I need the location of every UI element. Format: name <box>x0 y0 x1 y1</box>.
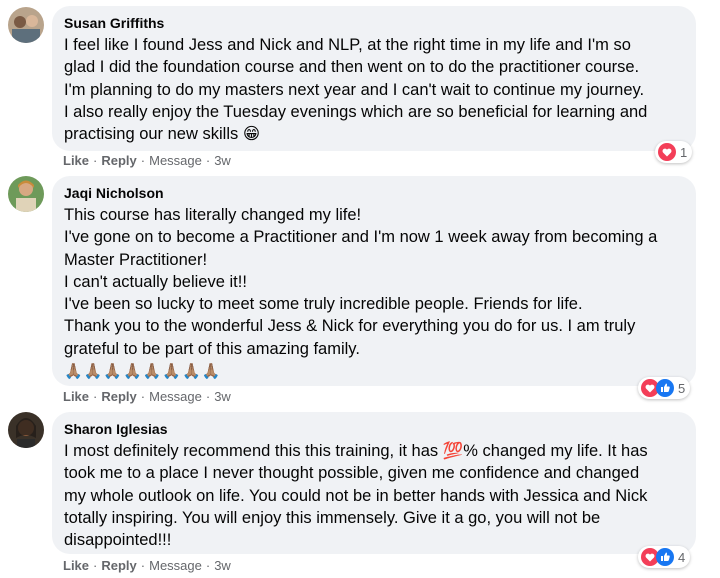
avatar-photo <box>8 412 44 448</box>
message-link[interactable]: Message <box>149 389 202 404</box>
separator: · <box>140 389 146 404</box>
comment-text: I most definitely recommend this this tr… <box>64 440 684 551</box>
separator: · <box>140 153 146 168</box>
like-button[interactable]: Like <box>63 558 89 573</box>
comment-line-first: I most definitely recommend this this tr… <box>64 440 684 462</box>
avatar[interactable] <box>8 412 44 448</box>
like-button[interactable]: Like <box>63 389 89 404</box>
comment-author[interactable]: Jaqi Nicholson <box>64 184 684 202</box>
comment-line: I also really enjoy the Tuesday evenings… <box>64 102 648 121</box>
separator: · <box>205 558 211 573</box>
reaction-summary[interactable]: 4 <box>638 546 691 568</box>
comment-line: took me to a place I never thought possi… <box>64 464 640 483</box>
comment-line-text: practising our new skills <box>64 125 239 144</box>
comment-bubble: Susan Griffiths I feel like I found Jess… <box>52 6 696 151</box>
comment-line: I've been so lucky to meet some truly in… <box>64 295 583 314</box>
separator: · <box>93 558 98 573</box>
comment-line: This course has literally changed my lif… <box>64 206 362 224</box>
reaction-count: 1 <box>680 144 688 160</box>
comment-text: This course has literally changed my lif… <box>64 204 684 382</box>
comment-line: I've gone on to become a Practitioner an… <box>64 228 658 247</box>
timestamp[interactable]: 3w <box>214 153 231 168</box>
comment-line: Thank you to the wonderful Jess & Nick f… <box>64 317 636 336</box>
comment-text: I feel like I found Jess and Nick and NL… <box>64 34 684 145</box>
love-icon <box>658 143 676 161</box>
separator: · <box>205 153 211 168</box>
comment-actions: Like · Reply · Message · 3w <box>63 558 231 574</box>
comment-bubble: Jaqi Nicholson This course has literally… <box>52 176 696 386</box>
reply-button[interactable]: Reply <box>101 153 136 168</box>
separator: · <box>93 389 98 404</box>
like-icon <box>656 379 674 397</box>
comment-line: I can't actually believe it!! <box>64 272 247 291</box>
avatar[interactable] <box>8 176 44 212</box>
comment-line-text: % changed my life. It has <box>463 442 648 460</box>
comment-actions: Like · Reply · Message · 3w <box>63 153 231 169</box>
praying-hands-emoji: 🙏🏽🙏🏽🙏🏽🙏🏽🙏🏽🙏🏽🙏🏽🙏🏽 <box>64 362 222 381</box>
hundred-points-emoji: 💯 <box>442 441 464 460</box>
avatar-photo <box>8 7 44 43</box>
comment-line: disappointed!!! <box>64 531 172 550</box>
reply-button[interactable]: Reply <box>101 558 136 573</box>
comment-line-text: I most definitely recommend this this tr… <box>64 442 443 460</box>
reaction-summary[interactable]: 5 <box>638 377 691 399</box>
avatar-photo <box>8 176 44 212</box>
reaction-count: 4 <box>678 549 686 565</box>
like-icon <box>656 548 674 566</box>
separator: · <box>140 558 146 573</box>
comment-author[interactable]: Sharon Iglesias <box>64 420 684 438</box>
comment-bubble: Sharon Iglesias I most definitely recomm… <box>52 412 696 554</box>
comment-author[interactable]: Susan Griffiths <box>64 14 684 32</box>
timestamp[interactable]: 3w <box>214 389 231 404</box>
timestamp[interactable]: 3w <box>214 558 231 573</box>
separator: · <box>205 389 211 404</box>
message-link[interactable]: Message <box>149 153 202 168</box>
like-button[interactable]: Like <box>63 153 89 168</box>
message-link[interactable]: Message <box>149 558 202 573</box>
comment-line: my whole outlook on life. You could not … <box>64 486 648 505</box>
comment-line: totally inspiring. You will enjoy this i… <box>64 508 601 527</box>
comment-line: Master Practitioner! <box>64 250 208 269</box>
grinning-emoji: 😁 <box>242 124 261 144</box>
separator: · <box>93 153 98 168</box>
comment-line-last: practising our new skills 😁 <box>64 123 684 145</box>
comment-line: grateful to be part of this amazing fami… <box>64 339 360 358</box>
reaction-count: 5 <box>678 380 686 396</box>
avatar[interactable] <box>8 7 44 43</box>
reaction-summary[interactable]: 1 <box>655 141 693 163</box>
comment-actions: Like · Reply · Message · 3w <box>63 389 231 405</box>
reply-button[interactable]: Reply <box>101 389 136 404</box>
comment-line: I'm planning to do my masters next year … <box>64 80 645 99</box>
comment-line: I feel like I found Jess and Nick and NL… <box>64 36 631 54</box>
comment-line: glad I did the foundation course and the… <box>64 58 640 77</box>
